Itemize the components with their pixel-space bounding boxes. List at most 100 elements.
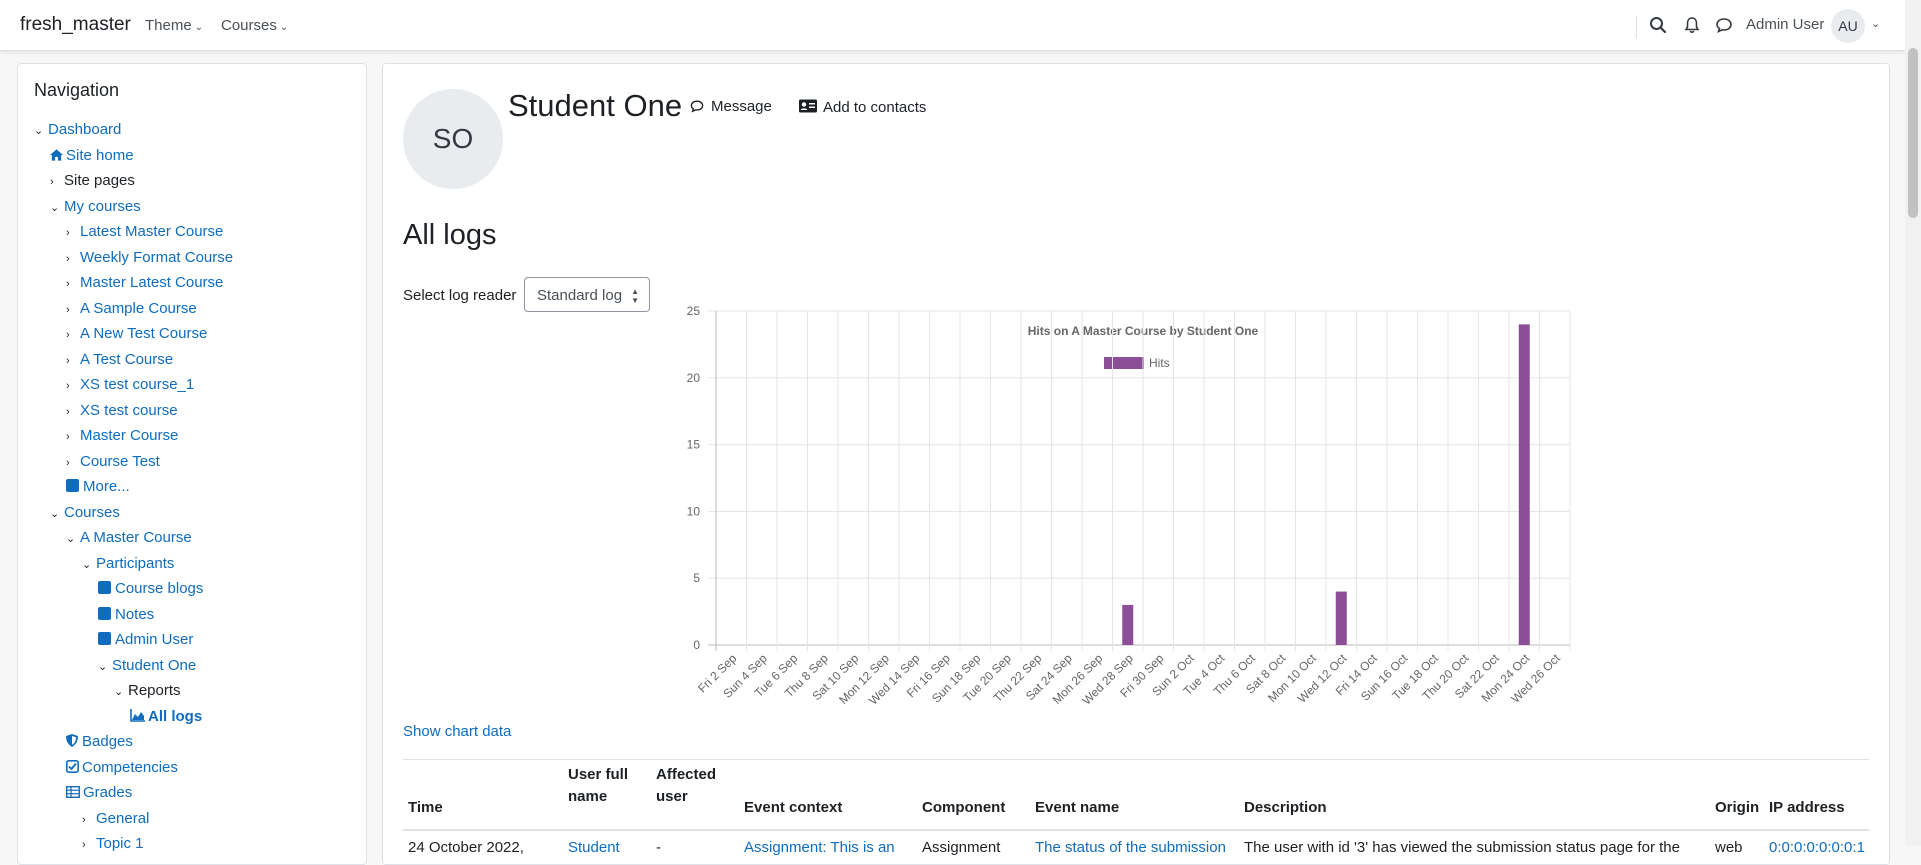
header-user-full-name[interactable]: User full name <box>568 764 638 808</box>
sidebar-item-site-home[interactable]: Site home <box>50 147 134 164</box>
shield-icon <box>66 734 78 747</box>
theme-menu-label: Theme <box>145 17 192 34</box>
sidebar-item-label: Participants <box>96 554 175 572</box>
page-scrollbar[interactable] <box>1905 0 1921 846</box>
sidebar-item-label: Topic 1 <box>96 835 144 852</box>
site-brand[interactable]: fresh_master <box>20 14 131 36</box>
sidebar-item-admin-user[interactable]: Admin User <box>98 631 193 648</box>
sidebar-item-master-course[interactable]: › Master Course <box>66 427 178 444</box>
chevron-right-icon[interactable]: › <box>50 176 64 188</box>
chevron-down-icon[interactable]: ⌄ <box>82 558 96 571</box>
chevron-right-icon[interactable]: › <box>66 457 80 469</box>
cell-description: The user with id '3' has viewed the subm… <box>1244 839 1680 856</box>
user-name[interactable]: Admin User <box>1746 16 1824 33</box>
sidebar-item-xs-test-course-1[interactable]: › XS test course_1 <box>66 376 194 393</box>
sidebar-item-a-sample-course[interactable]: › A Sample Course <box>66 300 197 317</box>
sidebar-item-competencies[interactable]: Competencies <box>66 759 178 776</box>
sidebar-item-label: Courses <box>64 503 120 521</box>
sidebar-item-label: Master Course <box>80 427 179 444</box>
chevron-right-icon[interactable]: › <box>66 253 80 265</box>
chevron-down-icon[interactable]: ⌄ <box>1871 17 1880 30</box>
sidebar-item-notes[interactable]: Notes <box>98 606 154 623</box>
sidebar-item-a-master-course[interactable]: ⌄ A Master Course <box>66 529 192 546</box>
sidebar-item-grades[interactable]: Grades <box>65 784 132 801</box>
sidebar-item-label: XS test course_1 <box>80 376 195 393</box>
sidebar-item-xs-test-course[interactable]: › XS test course <box>66 402 178 419</box>
checkbox-icon <box>66 759 79 773</box>
chevron-right-icon[interactable]: › <box>82 839 96 851</box>
header-event-name: Event name <box>1035 799 1120 816</box>
chevron-right-icon[interactable]: › <box>66 227 80 239</box>
sidebar-item-label: Weekly Format Course <box>80 248 234 266</box>
chevron-right-icon[interactable]: › <box>66 278 80 290</box>
sidebar-item-weekly-format-course[interactable]: › Weekly Format Course <box>66 249 233 266</box>
table-top-border <box>403 759 1869 760</box>
bar <box>1518 324 1530 645</box>
chevron-down-icon[interactable]: ⌄ <box>50 201 64 214</box>
sidebar-item-general[interactable]: › General <box>82 810 149 827</box>
scrollbar-thumb[interactable] <box>1908 48 1918 218</box>
chevron-down-icon[interactable]: ⌄ <box>34 124 48 137</box>
header-time[interactable]: Time <box>408 797 443 819</box>
sidebar-item-courses[interactable]: ⌄ Courses <box>50 504 120 521</box>
show-chart-data-link[interactable]: Show chart data <box>403 723 511 740</box>
cell-event-context[interactable]: Assignment: This is an <box>744 839 895 856</box>
cell-event-name[interactable]: The status of the submission <box>1035 839 1226 856</box>
chevron-down-icon[interactable]: ⌄ <box>50 507 64 520</box>
cell-user-full-name[interactable]: Student <box>568 839 620 856</box>
chevron-down-icon[interactable]: ⌄ <box>98 660 112 673</box>
chevron-right-icon[interactable]: › <box>82 814 96 826</box>
square-icon <box>66 479 79 492</box>
sidebar-item-course-blogs[interactable]: Course blogs <box>98 580 203 597</box>
bar <box>1335 591 1347 645</box>
sidebar-item-label: Dashboard <box>48 121 122 138</box>
sidebar-item-all-logs[interactable]: All logs <box>130 708 202 725</box>
chevron-right-icon[interactable]: › <box>66 329 80 341</box>
sidebar-item-label: Badges <box>82 733 133 750</box>
y-tick-label: 0 <box>693 638 700 652</box>
sidebar-item-dashboard[interactable]: ⌄ Dashboard <box>34 121 121 138</box>
chevron-right-icon[interactable]: › <box>66 304 80 316</box>
chevron-right-icon[interactable]: › <box>66 380 80 392</box>
chat-icon[interactable] <box>1714 15 1734 35</box>
sidebar-item-student-one[interactable]: ⌄ Student One <box>98 657 196 674</box>
sidebar-item-a-new-test-course[interactable]: › A New Test Course <box>66 325 207 342</box>
sidebar-item-participants[interactable]: ⌄ Participants <box>82 555 174 572</box>
sidebar-item-master-latest-course[interactable]: › Master Latest Course <box>66 274 223 291</box>
chevron-right-icon[interactable]: › <box>66 406 80 418</box>
bell-icon[interactable] <box>1682 15 1702 35</box>
sidebar-item-a-test-course[interactable]: › A Test Course <box>66 351 173 368</box>
sidebar-item-more[interactable]: More... <box>66 478 130 495</box>
sidebar-item-course-test[interactable]: › Course Test <box>66 453 160 470</box>
sidebar-item-label: Student One <box>112 656 197 674</box>
legend-swatch <box>1104 357 1144 369</box>
sidebar-item-reports[interactable]: ⌄ Reports <box>114 682 181 699</box>
square-icon <box>98 632 111 645</box>
chevron-down-icon: ⌄ <box>279 22 289 33</box>
sidebar-item-label: Notes <box>115 605 155 623</box>
cell-component: Assignment <box>922 839 1001 856</box>
sidebar-item-topic-1[interactable]: › Topic 1 <box>82 835 144 852</box>
chevron-down-icon[interactable]: ⌄ <box>66 532 80 545</box>
sidebar-item-badges[interactable]: Badges <box>66 733 133 750</box>
chevron-right-icon[interactable]: › <box>66 355 80 367</box>
top-navbar: fresh_master Theme ⌄ Courses ⌄ Admin User … <box>0 0 1905 51</box>
user-avatar[interactable]: AU <box>1831 9 1865 43</box>
legend-label: Hits <box>1149 356 1170 370</box>
sidebar-item-site-pages[interactable]: › Site pages <box>50 172 135 189</box>
sidebar-item-label: Course Test <box>80 452 160 470</box>
bar <box>1122 604 1134 645</box>
sidebar-item-label: General <box>96 809 150 827</box>
cell-time: 24 October 2022, <box>408 839 524 856</box>
search-icon[interactable] <box>1648 15 1668 35</box>
theme-menu[interactable]: Theme ⌄ <box>145 17 203 34</box>
main-content: SO Student One Message Add to contacts A… <box>382 63 1890 865</box>
home-icon <box>50 148 63 161</box>
sidebar-item-latest-master-course[interactable]: › Latest Master Course <box>66 223 223 240</box>
chevron-right-icon[interactable]: › <box>66 431 80 443</box>
cell-ip-address[interactable]: 0:0:0:0:0:0:0:1 <box>1769 839 1865 856</box>
courses-menu[interactable]: Courses ⌄ <box>221 17 288 34</box>
sidebar-item-my-courses[interactable]: ⌄ My courses <box>50 198 141 215</box>
y-tick-label: 5 <box>693 571 700 585</box>
chevron-down-icon[interactable]: ⌄ <box>114 685 128 698</box>
